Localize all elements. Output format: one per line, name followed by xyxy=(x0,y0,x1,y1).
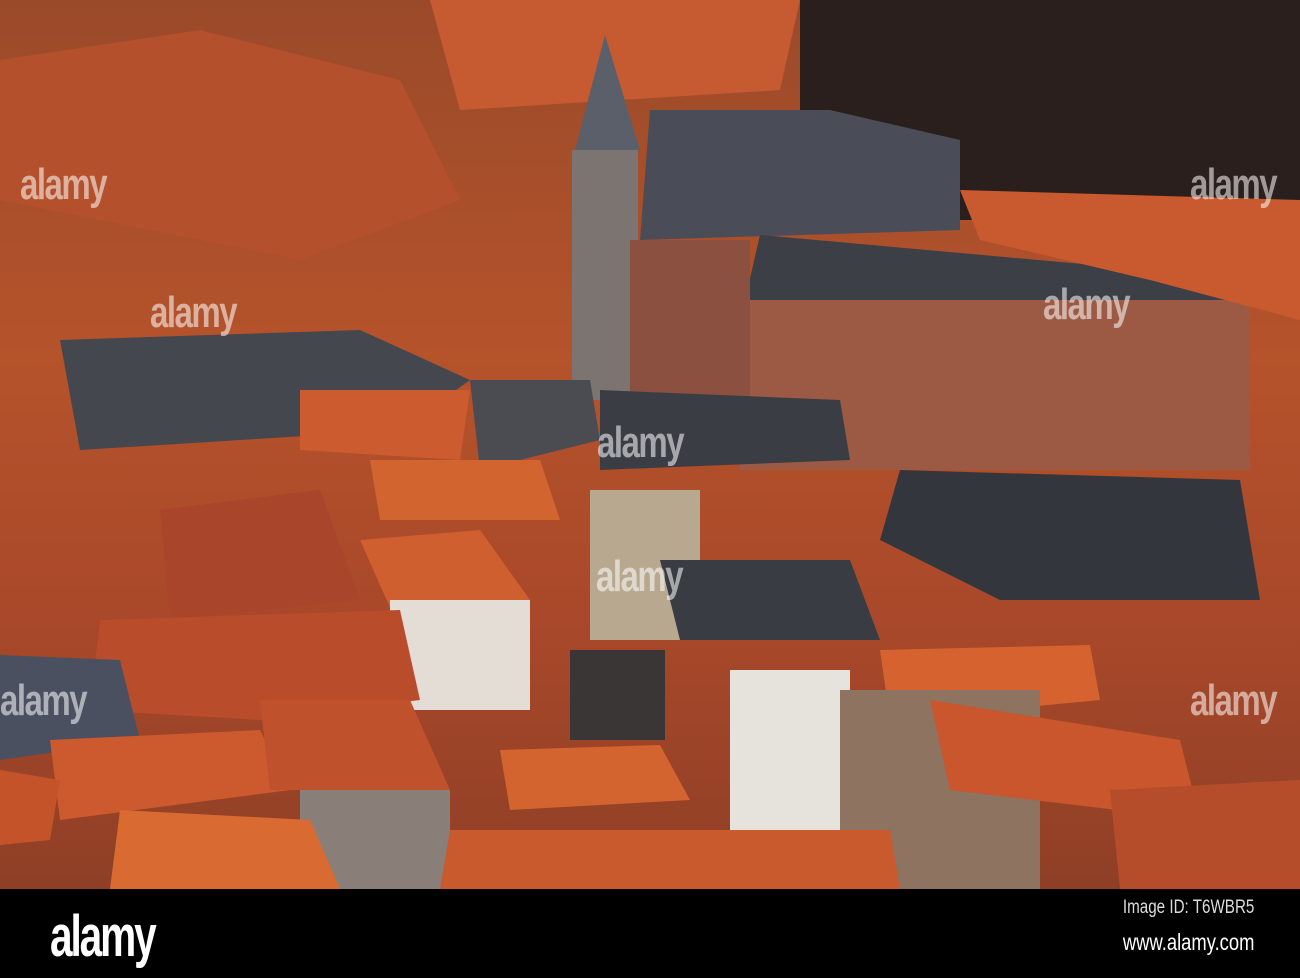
watermark: alamy xyxy=(1043,280,1131,329)
roof xyxy=(370,460,560,520)
watermark: alamy xyxy=(596,552,684,601)
stock-photo: alamy alamy alamy alamy alamy alamy alam… xyxy=(0,0,1300,889)
roof xyxy=(300,390,470,460)
street xyxy=(570,650,665,740)
roof xyxy=(440,830,900,889)
image-id: Image ID: T6WBR5 xyxy=(1122,897,1255,918)
footer-bar: alamy Image ID: T6WBR5 www.alamy.com xyxy=(0,889,1300,978)
watermark: alamy xyxy=(0,676,88,725)
roof xyxy=(50,730,290,820)
watermark: alamy xyxy=(20,160,108,209)
roof xyxy=(500,745,690,810)
slate-roof xyxy=(640,110,960,240)
roof xyxy=(1110,780,1300,889)
watermark: alamy xyxy=(150,288,238,337)
white-building xyxy=(730,670,850,830)
watermark: alamy xyxy=(597,418,685,467)
watermark: alamy xyxy=(1190,676,1278,725)
roof xyxy=(110,810,340,889)
roof xyxy=(260,700,450,790)
slate-roof xyxy=(470,380,600,470)
site-url: www.alamy.com xyxy=(1122,929,1254,955)
roof xyxy=(0,770,60,845)
slate-roof xyxy=(660,560,880,640)
roof xyxy=(0,30,460,260)
brick-building xyxy=(630,240,750,400)
slate-roof xyxy=(880,470,1260,600)
tower xyxy=(572,150,638,400)
alamy-logo: alamy xyxy=(50,904,157,969)
watermark: alamy xyxy=(1190,160,1278,209)
roof xyxy=(160,490,360,620)
